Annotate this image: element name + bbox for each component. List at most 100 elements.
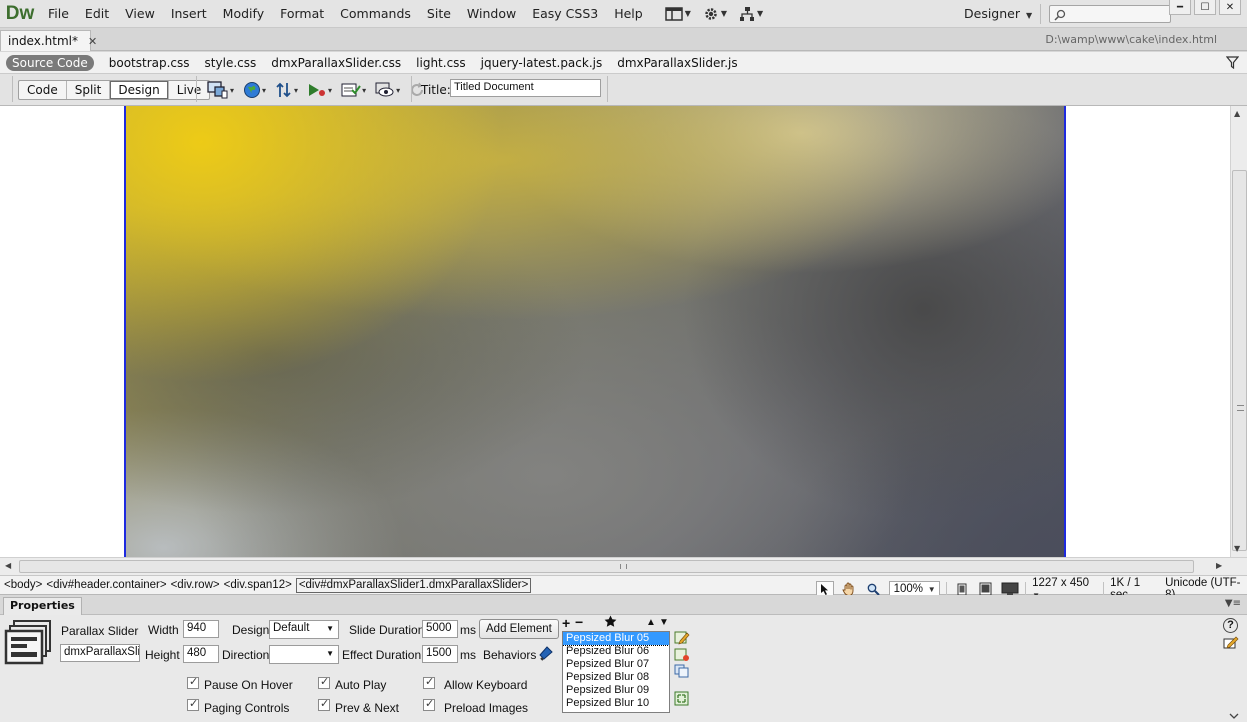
multiscreen-button[interactable]: ▾ (207, 81, 234, 99)
up-down-arrows-icon (276, 82, 291, 98)
menu-easy-css3[interactable]: Easy CSS3 (524, 0, 606, 28)
add-slide-icon[interactable]: + (562, 616, 570, 630)
design-select[interactable]: Default ▼ (269, 620, 339, 639)
preview-in-browser-button[interactable]: ▾ (243, 81, 266, 99)
view-switcher: Code Split Design Live (18, 80, 211, 100)
scroll-up-icon[interactable]: ▲ (1234, 109, 1240, 118)
horizontal-scrollbar[interactable]: ◀ ▶ (0, 557, 1247, 575)
remove-slide-icon[interactable]: − (575, 615, 583, 629)
chevron-down-icon: ▾ (230, 85, 235, 95)
pause-on-hover-checkbox[interactable] (187, 675, 199, 689)
workspace-switcher[interactable]: Designer ▼ (964, 0, 1032, 28)
document-tab-label: index.html* (8, 34, 78, 48)
tag-div-span12[interactable]: <div.span12> (224, 579, 292, 593)
tag-selector: <body> <div#header.container> <div.row> … (4, 578, 532, 593)
tag-div-header[interactable]: <div#header.container> (46, 579, 166, 593)
related-file-light-css[interactable]: light.css (416, 56, 466, 70)
scrollbar-thumb[interactable] (1232, 170, 1247, 551)
menu-site[interactable]: Site (419, 0, 459, 28)
preload-images-checkbox[interactable] (423, 697, 435, 711)
behaviors-icon[interactable] (538, 645, 554, 661)
auto-play-checkbox[interactable] (318, 675, 330, 689)
menu-file[interactable]: File (40, 0, 77, 28)
visual-aids-button[interactable]: ▾ (375, 81, 400, 99)
vertical-scrollbar[interactable]: ▲ ▼ (1230, 106, 1247, 557)
layout-menu-button[interactable]: ▼ (664, 0, 691, 28)
prev-next-checkbox[interactable] (318, 697, 330, 711)
help-icon[interactable]: ? (1223, 618, 1238, 633)
list-item[interactable]: Pepsized Blur 05 (563, 632, 669, 646)
document-tab[interactable]: index.html* ✕ (0, 30, 97, 51)
close-icon[interactable]: ✕ (88, 35, 97, 48)
list-item[interactable]: Pepsized Blur 09 (563, 684, 669, 697)
maximize-button[interactable]: ☐ (1194, 0, 1216, 15)
slider-id-input[interactable]: dmxParallaxSlider1 (60, 644, 140, 662)
search-input[interactable] (1049, 5, 1171, 23)
zoom-value: 100% (893, 583, 924, 595)
file-management-button[interactable]: ▾ (275, 81, 298, 99)
width-input[interactable]: 940 (183, 620, 219, 638)
menu-window[interactable]: Window (459, 0, 524, 28)
menu-tools: ▼ ▼ ▼ (664, 0, 763, 28)
filter-icon[interactable] (1226, 56, 1239, 69)
menu-modify[interactable]: Modify (215, 0, 272, 28)
list-item[interactable]: Pepsized Blur 06 (563, 645, 669, 658)
design-canvas[interactable] (0, 106, 1230, 557)
panel-collapse-icon[interactable] (1229, 713, 1239, 719)
height-input[interactable]: 480 (183, 645, 219, 663)
scroll-left-icon[interactable]: ◀ (5, 561, 11, 570)
copy-slide-icon[interactable] (674, 664, 690, 678)
code-view-button[interactable]: Code (19, 81, 67, 99)
design-view-button[interactable]: Design (110, 81, 169, 99)
parallax-slider-preview[interactable] (124, 106, 1066, 557)
related-file-dmxparallaxslider-css[interactable]: dmxParallaxSlider.css (271, 56, 401, 70)
fit-slide-icon[interactable] (674, 691, 690, 706)
related-file-source-code[interactable]: Source Code (6, 54, 94, 71)
effect-duration-input[interactable]: 1500 (422, 645, 458, 663)
slide-duration-input[interactable]: 5000 (422, 620, 458, 638)
menu-format[interactable]: Format (272, 0, 332, 28)
related-file-style-css[interactable]: style.css (205, 56, 257, 70)
move-up-icon[interactable]: ▲ (646, 617, 656, 629)
allow-keyboard-checkbox[interactable] (423, 675, 435, 689)
scroll-down-icon[interactable]: ▼ (1234, 544, 1240, 553)
validation-button[interactable]: ▾ (341, 81, 366, 99)
close-button[interactable]: ✕ (1219, 0, 1241, 15)
tag-div-slider[interactable]: <div#dmxParallaxSlider1.dmxParallaxSlide… (295, 578, 532, 593)
star-icon[interactable] (604, 615, 617, 628)
related-file-jquery-latest-pack-js[interactable]: jquery-latest.pack.js (481, 56, 603, 70)
auto-play-label: Auto Play (335, 678, 387, 692)
related-file-dmxparallaxslider-js[interactable]: dmxParallaxSlider.js (617, 56, 737, 70)
split-view-button[interactable]: Split (67, 81, 111, 99)
site-menu-button[interactable]: ▼ (739, 0, 763, 28)
paging-controls-checkbox[interactable] (187, 697, 199, 711)
list-item[interactable]: Pepsized Blur 07 (563, 658, 669, 671)
scrollbar-thumb[interactable] (19, 560, 1194, 573)
extensions-menu-button[interactable]: ▼ (703, 0, 727, 28)
list-item[interactable]: Pepsized Blur 10 (563, 697, 669, 710)
debug-browser-button[interactable]: ▾ (307, 81, 332, 99)
slides-list[interactable]: Pepsized Blur 05 Pepsized Blur 06 Pepsiz… (562, 631, 670, 713)
delete-slide-icon[interactable] (674, 648, 690, 662)
edit-slide-icon[interactable] (674, 631, 690, 645)
add-element-button[interactable]: Add Element (479, 619, 559, 639)
tag-body[interactable]: <body> (4, 579, 42, 593)
related-file-bootstrap-css[interactable]: bootstrap.css (109, 56, 190, 70)
menu-commands[interactable]: Commands (332, 0, 419, 28)
behaviors-label: Behaviors (483, 648, 537, 662)
panel-menu-icon[interactable]: ▼≡ (1225, 598, 1241, 609)
page-title-input[interactable]: Titled Document (450, 79, 601, 97)
move-down-icon[interactable]: ▼ (659, 617, 669, 629)
properties-tab[interactable]: Properties (3, 597, 82, 615)
menu-edit[interactable]: Edit (77, 0, 117, 28)
menu-insert[interactable]: Insert (163, 0, 215, 28)
scroll-right-icon[interactable]: ▶ (1216, 561, 1222, 570)
minimize-button[interactable]: ━ (1169, 0, 1191, 15)
menu-view[interactable]: View (117, 0, 163, 28)
quick-tag-edit-icon[interactable] (1223, 635, 1239, 649)
menu-help[interactable]: Help (606, 0, 651, 28)
tag-div-row[interactable]: <div.row> (171, 579, 220, 593)
live-view-button[interactable]: Live (169, 81, 210, 99)
direction-select[interactable]: ▼ (269, 645, 339, 664)
list-item[interactable]: Pepsized Blur 08 (563, 671, 669, 684)
